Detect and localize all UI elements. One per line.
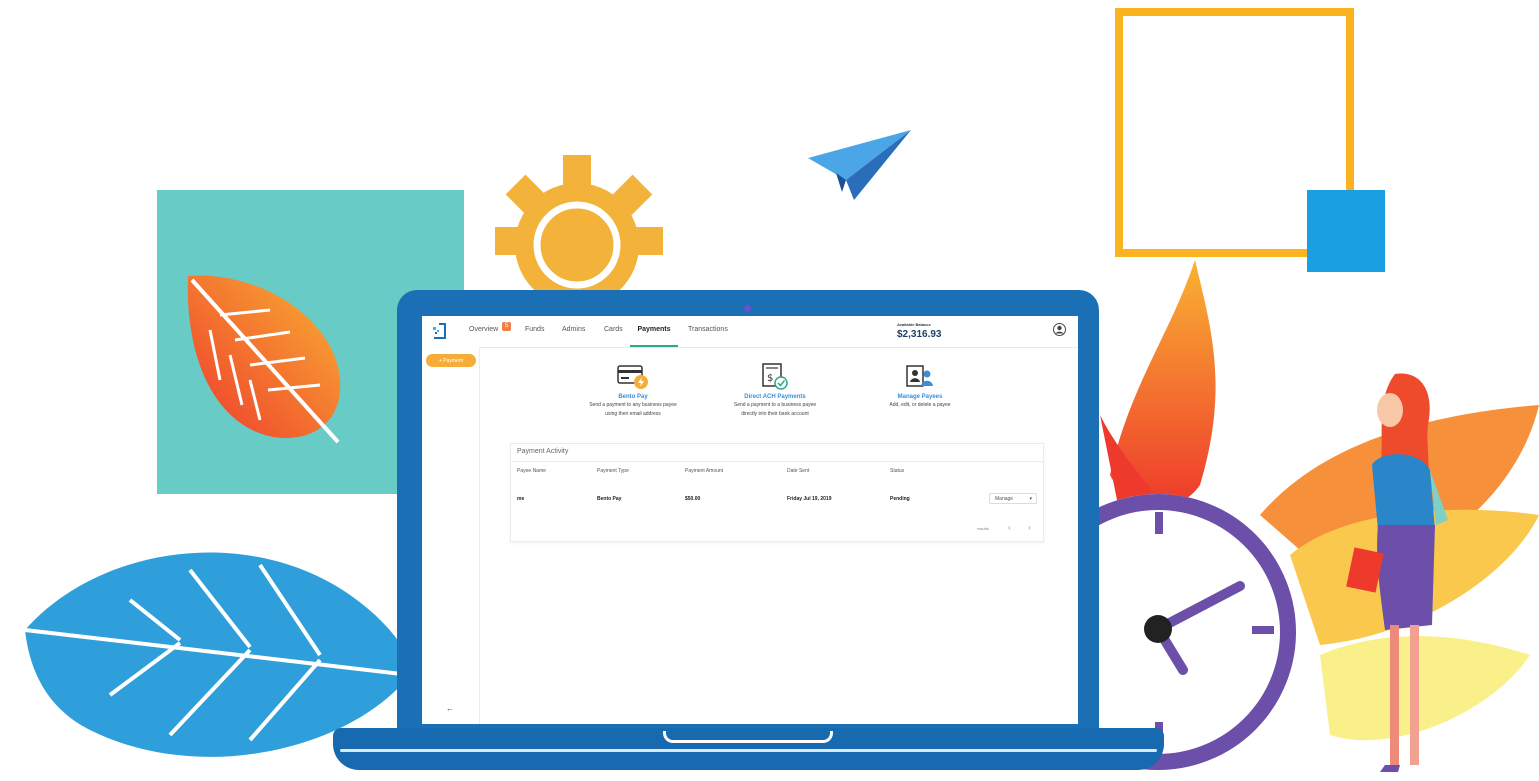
column-header-payment-type: Payment Type (597, 468, 629, 474)
check-document-icon: $ (762, 363, 788, 390)
cell-date-sent: Friday Jul 19, 2019 (787, 496, 832, 502)
option-bento-pay[interactable]: Bento Pay Send a payment to any business… (578, 363, 688, 418)
cell-status: Pending (890, 496, 910, 502)
laptop-notch (663, 731, 833, 743)
user-avatar-icon[interactable] (1053, 323, 1066, 336)
column-header-payee-name: Payee Name (517, 468, 546, 474)
divider (511, 461, 1043, 462)
option-description-line1: Add, edit, or delete a payee (889, 402, 951, 408)
available-balance-label: Available Balance (897, 322, 931, 327)
collapse-sidebar-arrow-icon[interactable]: ← (446, 704, 454, 713)
manage-dropdown-value: Manage (995, 496, 1014, 502)
option-description-line2: using their email address (605, 411, 661, 417)
option-title: Bento Pay (618, 394, 648, 400)
chevron-left-icon[interactable]: ‹ (1008, 523, 1011, 532)
column-header-date-sent: Date Sent (787, 468, 810, 474)
column-header-payment-amount: Payment Amount (685, 468, 724, 474)
available-balance-value: $2,316.93 (897, 329, 942, 340)
tab-admins[interactable]: Admins (562, 326, 585, 347)
option-manage-payees[interactable]: Manage Payees Add, edit, or delete a pay… (865, 363, 975, 409)
payment-activity-card: Payment Activity Payee Name Payment Type… (510, 443, 1044, 542)
chevron-right-icon[interactable]: › (1028, 523, 1031, 532)
svg-text:$: $ (767, 373, 773, 384)
option-description-line2: directly into their bank account (741, 411, 809, 417)
orange-leaf-illustration (187, 275, 341, 444)
option-description-line1: Send a payment to a business payee (733, 402, 817, 408)
cell-payee: me (517, 496, 525, 502)
webcam-dot (744, 305, 751, 312)
paper-plane-illustration (808, 130, 911, 200)
payment-activity-title: Payment Activity (517, 448, 569, 455)
option-direct-ach[interactable]: $ Direct ACH Payments Send a payment to … (720, 363, 830, 418)
tab-payments[interactable]: Payments (630, 326, 678, 347)
tab-funds[interactable]: Funds (525, 326, 544, 347)
pagination-label: results (977, 526, 989, 531)
woman-illustration (1346, 373, 1448, 772)
column-header-status: Status (890, 468, 905, 474)
tab-transactions[interactable]: Transactions (688, 326, 728, 347)
bento-logo-icon[interactable] (431, 323, 447, 339)
top-navigation-bar: Overview 5 Funds Admins Cards Payments T… (422, 316, 1078, 348)
cell-payment-type: Bento Pay (597, 496, 622, 502)
manage-dropdown[interactable]: Manage ▾ (989, 493, 1037, 504)
payees-icon (906, 365, 933, 387)
sidebar: + Payment ← (422, 347, 480, 724)
card-lightning-icon (617, 365, 648, 389)
option-description-line1: Send a payment to any business payee (589, 402, 677, 408)
option-title: Direct ACH Payments (744, 394, 806, 400)
chevron-down-icon: ▾ (1029, 496, 1032, 502)
tab-overview[interactable]: Overview (469, 326, 498, 347)
add-payment-button[interactable]: + Payment (426, 354, 476, 367)
laptop-base-highlight (340, 749, 1157, 752)
cell-amount: $50.00 (685, 496, 701, 502)
tab-cards[interactable]: Cards (604, 326, 623, 347)
app-screen: Overview 5 Funds Admins Cards Payments T… (422, 316, 1078, 724)
overview-notification-badge: 5 (502, 322, 511, 331)
option-title: Manage Payees (897, 394, 943, 400)
